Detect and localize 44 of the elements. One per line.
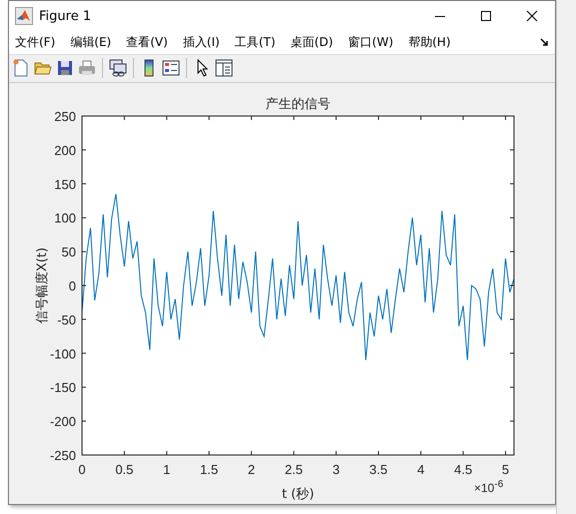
menu-item[interactable]: 桌面(D) [290, 34, 334, 51]
x-tick-label: 4 [417, 462, 424, 477]
x-tick-label: 2.5 [284, 462, 303, 477]
y-tick-label: -150 [50, 380, 76, 396]
x-tick-label: 5 [502, 462, 510, 477]
x-tick-label: 2 [248, 462, 256, 477]
matlab-logo-icon [15, 7, 33, 26]
x-exponent-label: ×10$^{-6}$ [474, 479, 504, 495]
menu-item[interactable]: 文件(F) [15, 34, 56, 51]
printer-icon[interactable] [78, 59, 96, 78]
new-file-icon[interactable] [12, 59, 30, 78]
y-tick-label: -200 [50, 414, 76, 430]
y-axis-label: 信号幅度X(t) [35, 247, 50, 324]
y-tick-label: 0 [68, 278, 76, 294]
y-tick-label: 100 [54, 210, 76, 226]
x-tick-label: 0 [78, 462, 86, 477]
menu-item[interactable]: 帮助(H) [408, 34, 451, 51]
y-tick-label: 250 [54, 109, 76, 124]
property-panel-icon[interactable] [215, 59, 233, 78]
y-tick-label: 150 [54, 176, 76, 192]
x-tick-label: 1.5 [200, 462, 218, 477]
y-tick-label: 200 [54, 142, 76, 158]
menu-item[interactable]: 查看(V) [126, 34, 168, 51]
chart-title: 产生的信号 [266, 97, 330, 112]
x-tick-label: 3 [332, 462, 340, 477]
menu-item[interactable]: 编辑(E) [70, 34, 112, 51]
dock-arrow-icon[interactable] [540, 38, 549, 47]
close-icon[interactable] [526, 10, 538, 22]
x-tick-label: 1 [163, 462, 170, 477]
menu-item[interactable]: 工具(T) [234, 34, 276, 51]
window-title: Figure 1 [39, 8, 92, 24]
y-tick-label: 50 [62, 244, 76, 260]
linked-windows-icon[interactable] [109, 59, 127, 78]
x-tick-label: 3.5 [369, 462, 388, 477]
y-tick-label: -100 [50, 346, 76, 362]
x-axis-label: t (秒) [282, 487, 314, 502]
menu-item[interactable]: 窗口(W) [348, 34, 394, 51]
y-tick-label: -250 [50, 448, 76, 463]
y-tick-label: -50 [57, 312, 76, 328]
menu-item[interactable]: 插入(I) [182, 34, 220, 51]
maximize-icon[interactable] [480, 10, 492, 22]
legend-icon[interactable] [162, 59, 180, 78]
x-tick-label: 0.5 [115, 462, 134, 477]
x-tick-label: 4.5 [454, 462, 472, 477]
